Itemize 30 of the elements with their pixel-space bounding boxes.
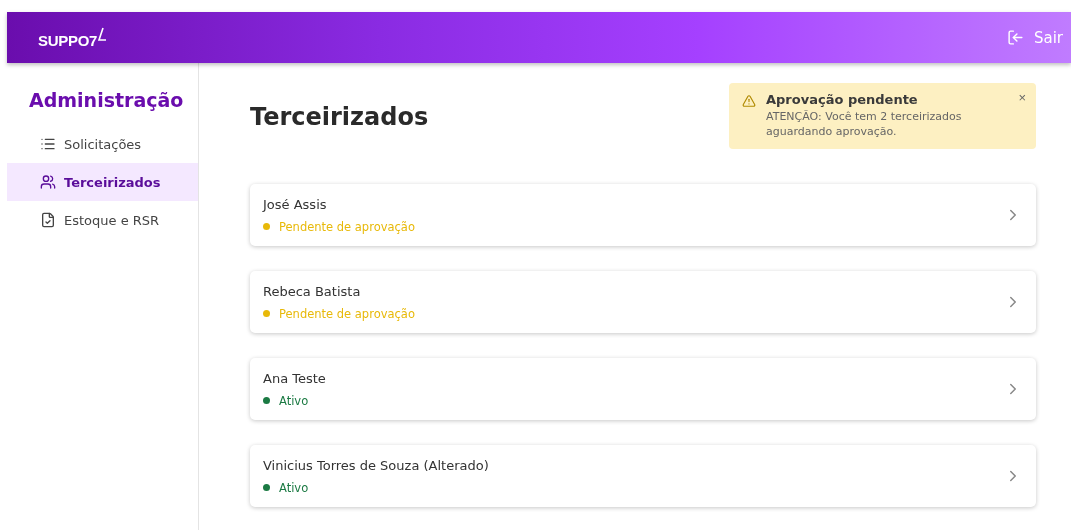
alert-title: Aprovação pendente xyxy=(766,92,919,107)
logo-mark-icon xyxy=(97,26,108,43)
alert-message: ATENÇÃO: Você tem 2 terceirizados aguardando aprovação. xyxy=(766,109,963,139)
person-name: Vinicius Torres de Souza (Alterado) xyxy=(263,457,489,473)
list-icon xyxy=(40,136,56,152)
logout-icon xyxy=(1006,29,1024,46)
page-title: Terceirizados xyxy=(250,103,429,131)
person-name: José Assis xyxy=(263,196,328,212)
logo-text: SUPPO7 xyxy=(38,31,98,49)
sidebar-title: Administração xyxy=(28,89,185,111)
status-text: Ativo xyxy=(279,480,309,495)
warning-icon xyxy=(742,94,756,108)
sidebar-item[interactable]: Solicitações xyxy=(7,125,198,163)
sidebar-item-label: Terceirizados xyxy=(64,174,161,190)
person-card[interactable]: Vinicius Torres de Souza (Alterado) Ativo xyxy=(250,445,1036,507)
status-text: Pendente de aprovação xyxy=(279,219,415,234)
sidebar-item[interactable]: Terceirizados xyxy=(7,163,198,201)
status-text: Ativo xyxy=(279,393,309,408)
users-icon xyxy=(40,174,56,190)
person-card[interactable]: Rebeca Batista Pendente de aprovação xyxy=(250,271,1036,333)
sidebar-item[interactable]: Estoque e RSR xyxy=(7,201,198,239)
person-card[interactable]: José Assis Pendente de aprovação xyxy=(250,184,1036,246)
status-text: Pendente de aprovação xyxy=(279,306,415,321)
sidebar-item-label: Estoque e RSR xyxy=(64,212,160,228)
close-button[interactable]: × xyxy=(1018,92,1026,104)
person-name: Ana Teste xyxy=(263,370,326,386)
sidebar-item-label: Solicitações xyxy=(64,136,142,152)
document-icon xyxy=(40,212,56,228)
person-card[interactable]: Ana Teste Ativo xyxy=(250,358,1036,420)
person-name: Rebeca Batista xyxy=(263,283,362,299)
